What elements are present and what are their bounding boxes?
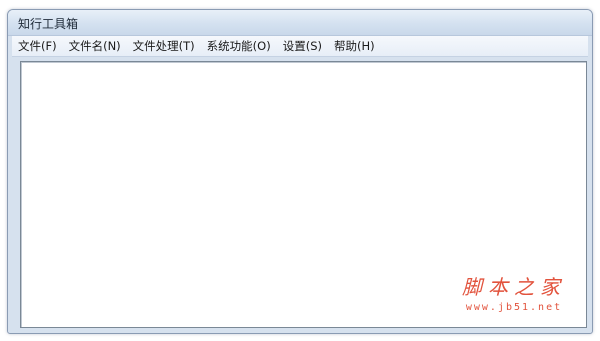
window-title: 知行工具箱 bbox=[18, 17, 79, 31]
menu-settings[interactable]: 设置(S) bbox=[277, 37, 328, 55]
menu-system-functions[interactable]: 系统功能(O) bbox=[201, 37, 277, 55]
watermark-url: www.jb51.net bbox=[465, 302, 563, 313]
menu-file[interactable]: 文件(F) bbox=[12, 37, 63, 55]
menu-filename[interactable]: 文件名(N) bbox=[63, 37, 127, 55]
title-bar[interactable]: 知行工具箱 bbox=[8, 10, 592, 36]
menu-bar: 文件(F) 文件名(N) 文件处理(T) 系统功能(O) 设置(S) 帮助(H) bbox=[12, 36, 588, 57]
watermark-brand: 脚本之家 bbox=[462, 275, 566, 299]
menu-help[interactable]: 帮助(H) bbox=[328, 37, 381, 55]
menu-file-processing[interactable]: 文件处理(T) bbox=[127, 37, 201, 55]
site-watermark: 脚本之家 www.jb51.net bbox=[462, 271, 566, 313]
